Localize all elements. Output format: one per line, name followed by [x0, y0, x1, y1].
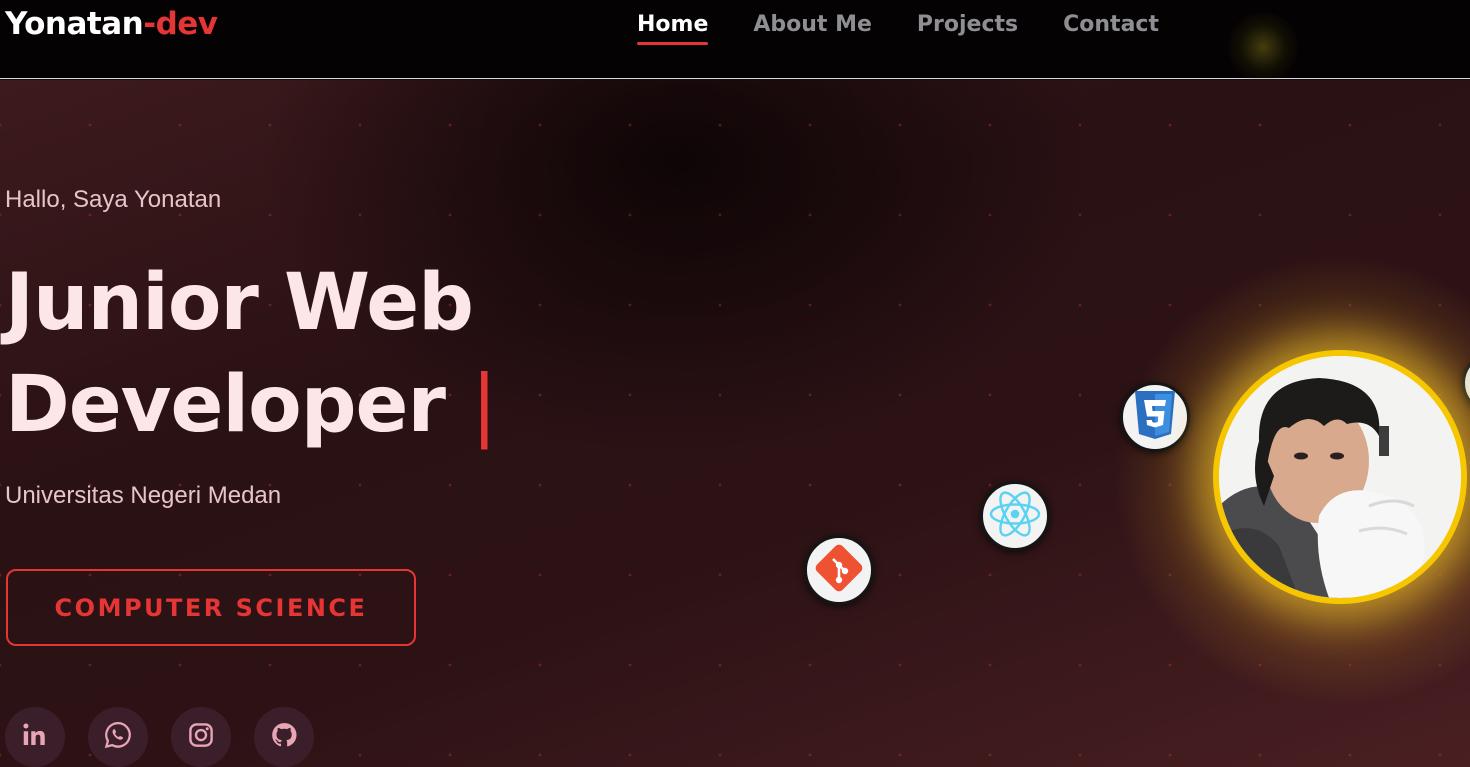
linkedin-icon [20, 720, 50, 754]
hero-university: Universitas Negeri Medan [5, 482, 282, 509]
instagram-link[interactable] [171, 707, 231, 767]
hero-greeting: Hallo, Saya Yonatan [5, 186, 222, 213]
navbar: Yonatan-dev Home About Me Projects Conta… [0, 0, 1470, 82]
computer-science-button[interactable]: COMPUTER SCIENCE [6, 569, 416, 646]
logo-accent-text: -dev [143, 6, 218, 42]
github-link[interactable] [254, 707, 314, 767]
css3-icon [1130, 387, 1180, 447]
logo-main-text: Yonatan [5, 6, 144, 42]
profile-photo [1219, 356, 1461, 598]
hero-title: Junior Web Developer | [5, 252, 497, 456]
whatsapp-link[interactable] [88, 707, 148, 767]
linkedin-link[interactable] [5, 707, 65, 767]
profile-avatar [1213, 350, 1467, 604]
whatsapp-icon [103, 720, 133, 754]
hero-title-line1: Junior Web [5, 258, 474, 348]
git-badge [804, 535, 874, 605]
react-icon [985, 484, 1045, 548]
nav-projects[interactable]: Projects [917, 12, 1018, 45]
nav-contact[interactable]: Contact [1063, 12, 1159, 45]
css3-badge [1120, 382, 1190, 452]
github-icon [269, 720, 299, 754]
react-badge [980, 481, 1050, 551]
hero-section: Hallo, Saya Yonatan Junior Web Developer… [0, 80, 1470, 767]
typing-cursor: | [471, 360, 497, 450]
social-links [5, 707, 314, 767]
hero-title-line2: Developer [5, 360, 446, 450]
nav-about-me[interactable]: About Me [753, 12, 872, 45]
instagram-icon [186, 720, 216, 754]
git-icon [811, 540, 867, 600]
nav-glow-decoration [1228, 12, 1298, 82]
nav-home[interactable]: Home [637, 12, 709, 45]
site-logo[interactable]: Yonatan-dev [5, 6, 218, 42]
nav-links: Home About Me Projects Contact [637, 12, 1159, 45]
